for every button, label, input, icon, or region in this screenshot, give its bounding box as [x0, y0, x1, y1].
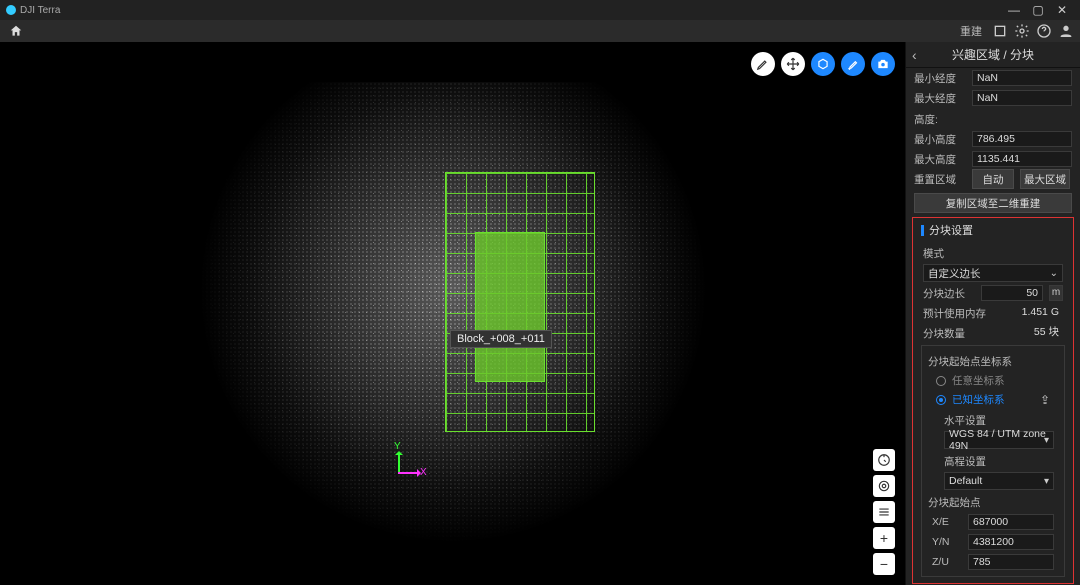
home-button[interactable] — [6, 23, 26, 39]
tile-mode-select[interactable]: 自定义边长 ⌄ — [923, 264, 1063, 282]
auto-region-button[interactable]: 自动 — [972, 169, 1014, 189]
help-icon[interactable] — [1036, 23, 1052, 39]
tile-mem-label: 预计使用内存 — [923, 306, 993, 321]
block-tooltip: Block_+008_+011 — [450, 330, 552, 348]
viewport-top-tools — [751, 52, 895, 76]
tile-count-value: 55 块 — [981, 325, 1063, 341]
crs-known-label: 已知坐标系 — [952, 392, 1005, 407]
crs-known-radio[interactable]: 已知坐标系 ⇪ — [924, 390, 1062, 409]
xe-label: X/E — [932, 516, 962, 528]
section-accent-icon — [921, 225, 924, 236]
3d-viewport[interactable]: Block_+008_+011 Y X + − — [0, 42, 905, 585]
reconstruct-label[interactable]: 重建 — [960, 23, 982, 39]
min-lon-value[interactable]: NaN — [972, 70, 1072, 86]
tile-count-label: 分块数量 — [923, 326, 975, 341]
selected-block — [475, 232, 545, 382]
origin-crs-box: 分块起始点坐标系 任意坐标系 已知坐标系 ⇪ 水平设置 WGS 84 / UTM … — [921, 345, 1065, 577]
pen-icon[interactable] — [751, 52, 775, 76]
y-axis-icon — [398, 452, 400, 474]
stack-icon[interactable] — [873, 501, 895, 523]
brush-icon[interactable] — [841, 52, 865, 76]
tile-edge-label: 分块边长 — [923, 286, 975, 301]
xe-value[interactable]: 687000 — [968, 514, 1054, 530]
tile-mem-value: 1.451 G — [999, 305, 1063, 321]
y-axis-label: Y — [394, 441, 401, 452]
user-icon[interactable] — [1058, 23, 1074, 39]
import-crs-icon[interactable]: ⇪ — [1040, 393, 1050, 407]
min-lon-label: 最小经度 — [914, 71, 966, 86]
radio-icon — [936, 395, 946, 405]
min-alt-value[interactable]: 786.495 — [972, 131, 1072, 147]
crs-arbitrary-label: 任意坐标系 — [952, 373, 1005, 388]
panel-title: 兴趣区域 / 分块 — [952, 46, 1034, 63]
chevron-down-icon: ▾ — [1044, 435, 1049, 446]
horiz-crs-label: 水平设置 — [936, 409, 1062, 430]
viewport-edge-tools: + − — [873, 449, 895, 575]
box-icon[interactable] — [992, 23, 1008, 39]
copy-region-button[interactable]: 复制区域至二维重建 — [914, 193, 1072, 213]
horiz-crs-select[interactable]: WGS 84 / UTM zone 49N▾ — [944, 431, 1054, 449]
panel-header: ‹ 兴趣区域 / 分块 — [906, 42, 1080, 68]
zu-label: Z/U — [932, 556, 962, 568]
title-bar: DJI Terra — ▢ ✕ — [0, 0, 1080, 20]
vert-crs-label: 高程设置 — [936, 450, 1062, 471]
tile-section-title: 分块设置 — [929, 222, 973, 238]
compass-icon[interactable] — [873, 449, 895, 471]
chevron-down-icon: ⌄ — [1050, 268, 1058, 279]
tile-mode-label: 模式 — [915, 242, 1071, 263]
max-lon-value[interactable]: NaN — [972, 90, 1072, 106]
horiz-crs-value: WGS 84 / UTM zone 49N — [949, 428, 1049, 452]
zoom-in-button[interactable]: + — [873, 527, 895, 549]
window-maximize-button[interactable]: ▢ — [1026, 3, 1050, 17]
radio-icon — [936, 376, 946, 386]
origin-point-label: 分块起始点 — [924, 491, 1062, 512]
tile-settings-box: 分块设置 模式 自定义边长 ⌄ 分块边长 50 m 预计使用内存 1.451 G 分块数… — [912, 217, 1074, 584]
vert-crs-select[interactable]: Default ▾ — [944, 472, 1054, 490]
block-tooltip-text: Block_+008_+011 — [457, 333, 545, 345]
x-axis-icon — [398, 472, 420, 474]
min-alt-label: 最小高度 — [914, 132, 966, 147]
tile-edge-unit: m — [1049, 285, 1063, 301]
tile-edge-value[interactable]: 50 — [981, 285, 1043, 301]
reset-region-label: 重置区域 — [914, 172, 966, 187]
vert-crs-value: Default — [949, 475, 982, 487]
move-icon[interactable] — [781, 52, 805, 76]
yn-value[interactable]: 4381200 — [968, 534, 1054, 550]
app-logo-icon — [6, 5, 16, 15]
gear-icon[interactable] — [1014, 23, 1030, 39]
tile-mode-value: 自定义边长 — [928, 266, 981, 281]
axis-gizmo: Y X — [390, 442, 430, 482]
zu-value[interactable]: 785 — [968, 554, 1054, 570]
panel-back-button[interactable]: ‹ — [912, 47, 917, 63]
x-axis-label: X — [420, 467, 427, 478]
window-close-button[interactable]: ✕ — [1050, 3, 1074, 17]
max-alt-label: 最大高度 — [914, 152, 966, 167]
max-alt-value[interactable]: 1135.441 — [972, 151, 1072, 167]
zoom-out-button[interactable]: − — [873, 553, 895, 575]
max-region-button[interactable]: 最大区域 — [1020, 169, 1070, 189]
properties-panel: ‹ 兴趣区域 / 分块 最小经度 NaN 最大经度 NaN 高度: 最小高度 786.… — [905, 42, 1080, 585]
max-lon-label: 最大经度 — [914, 91, 966, 106]
chevron-down-icon: ▾ — [1044, 476, 1049, 487]
crs-arbitrary-radio[interactable]: 任意坐标系 — [924, 371, 1062, 390]
app-title: DJI Terra — [20, 5, 60, 16]
altitude-group-label: 高度: — [906, 108, 1080, 129]
camera-icon[interactable] — [871, 52, 895, 76]
layers-icon[interactable] — [873, 475, 895, 497]
window-minimize-button[interactable]: — — [1002, 3, 1026, 17]
polygon-icon[interactable] — [811, 52, 835, 76]
top-toolbar: 重建 — [0, 20, 1080, 42]
origin-crs-label: 分块起始点坐标系 — [924, 350, 1062, 371]
yn-label: Y/N — [932, 536, 962, 548]
